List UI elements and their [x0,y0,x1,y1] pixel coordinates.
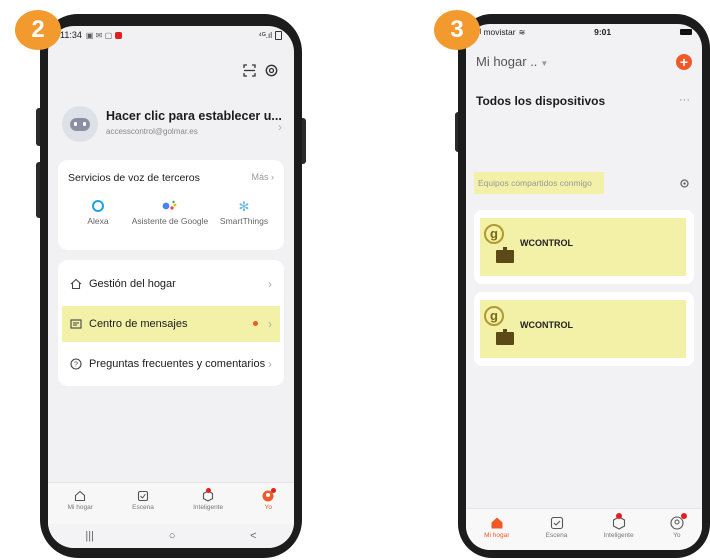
shared-devices-label: Equipos compartidos conmigo [478,178,592,188]
step-badge-2: 2 [15,10,61,50]
nav-smart[interactable]: Inteligente [193,488,223,511]
status-time: 9:01 [594,27,612,37]
home-selector[interactable]: Mi hogar .. ▼ [476,54,548,69]
phone-frame-right: .ıl movistar ≋ 9:01 Mi hogar ..▼ + Todos… [458,14,710,558]
chevron-right-icon: › [268,357,272,371]
home-icon [70,278,82,290]
nav-me[interactable]: Yo [670,513,687,539]
voice-services-title: Servicios de voz de terceros [68,172,200,184]
nav-my-home[interactable]: Mi hogar [484,516,509,539]
golmar-logo-icon: g [484,224,504,244]
add-device-button[interactable]: + [676,54,692,70]
voice-services-more-link[interactable]: Más › [251,172,274,182]
smartthings-icon: ✻ [238,199,250,214]
nav-scene[interactable]: Escena [546,516,567,539]
voice-item-alexa[interactable]: Alexa [58,200,138,226]
recents-button[interactable]: ||| [85,530,94,542]
bottom-nav: Mi hogar Escena Inteligente Yo [48,488,294,511]
settings-icon[interactable] [265,64,278,82]
device-icon [496,329,514,345]
home-icon [491,517,503,529]
app-notification-icon [115,31,123,39]
voice-item-google[interactable]: Asistente de Google [130,200,210,226]
bottom-nav: Mi hogar Escena Inteligente Yo [466,513,702,539]
section-title: Todos los dispositivos [476,94,606,108]
alexa-icon [92,200,104,212]
shared-settings-icon[interactable] [679,176,690,194]
avatar[interactable] [62,106,98,142]
status-time: 11:34 [60,30,82,40]
voice-services-card: Servicios de voz de terceros Más › Alexa… [58,160,284,250]
menu-item-faq[interactable]: ? Preguntas frecuentes y comentarios › [58,346,284,382]
device-name: WCONTROL [520,238,573,248]
system-nav-bar: ||| ○ < [48,524,294,548]
notification-dot [615,513,622,519]
home-icon [75,490,86,502]
carrier: movistar [483,27,516,37]
google-assistant-icon [162,200,177,210]
scene-icon [550,516,563,530]
wifi-icon: ≋ [518,27,526,37]
nav-smart[interactable]: Inteligente [604,513,634,539]
help-icon: ? [70,358,82,370]
notification-dot [680,513,687,519]
device-highlight [480,218,686,276]
chevron-right-icon: › [268,277,272,291]
dropdown-icon: ▼ [540,59,549,68]
phone-frame-left: 11:34 ▣ ✉ ▢ ⁴ᴳ.ıl Hacer clic para establ… [40,14,302,558]
home-button[interactable]: ○ [169,530,176,542]
device-highlight [480,300,686,358]
signal-indicator: ⁴ᴳ.ıl [258,30,272,40]
phone-screen-right: .ıl movistar ≋ 9:01 Mi hogar ..▼ + Todos… [466,24,702,550]
profile-chevron-icon: › [278,120,282,134]
nav-my-home[interactable]: Mi hogar [68,490,93,511]
scan-icon[interactable] [243,64,256,82]
svg-text:?: ? [74,362,78,369]
device-name: WCONTROL [520,320,573,330]
nav-scene[interactable]: Escena [132,490,154,511]
device-card[interactable]: g WCONTROL [474,210,694,284]
menu-item-message-center[interactable]: Centro de mensajes › [62,306,280,342]
device-icon [496,247,514,263]
battery-icon [275,30,282,40]
nav-me[interactable]: Yo [262,488,277,511]
phone-screen-left: 11:34 ▣ ✉ ▢ ⁴ᴳ.ıl Hacer clic para establ… [48,26,294,548]
profile-email: accesscontrol@golmar.es [106,127,198,136]
battery-icon [679,29,692,35]
menu-item-home-management[interactable]: Gestión del hogar › [58,266,284,302]
scene-icon [137,490,149,502]
back-button[interactable]: < [250,530,256,542]
status-notification-icons: ▣ ✉ ▢ [85,30,113,40]
step-badge-3: 3 [434,10,480,50]
golmar-logo-icon: g [484,306,504,326]
unread-dot [253,321,258,326]
device-card[interactable]: g WCONTROL [474,292,694,366]
notification-dot [271,488,277,493]
status-bar: .ıl movistar ≋ 9:01 [466,24,702,40]
more-options-icon[interactable]: ··· [679,94,690,106]
status-bar: 11:34 ▣ ✉ ▢ ⁴ᴳ.ıl [48,26,294,44]
voice-item-smartthings[interactable]: ✻ SmartThings [204,200,284,226]
chevron-right-icon: › [268,317,272,331]
menu-card: Gestión del hogar › Centro de mensajes ›… [58,260,284,386]
message-icon [70,318,82,329]
profile-name[interactable]: Hacer clic para establecer u... [106,109,282,123]
